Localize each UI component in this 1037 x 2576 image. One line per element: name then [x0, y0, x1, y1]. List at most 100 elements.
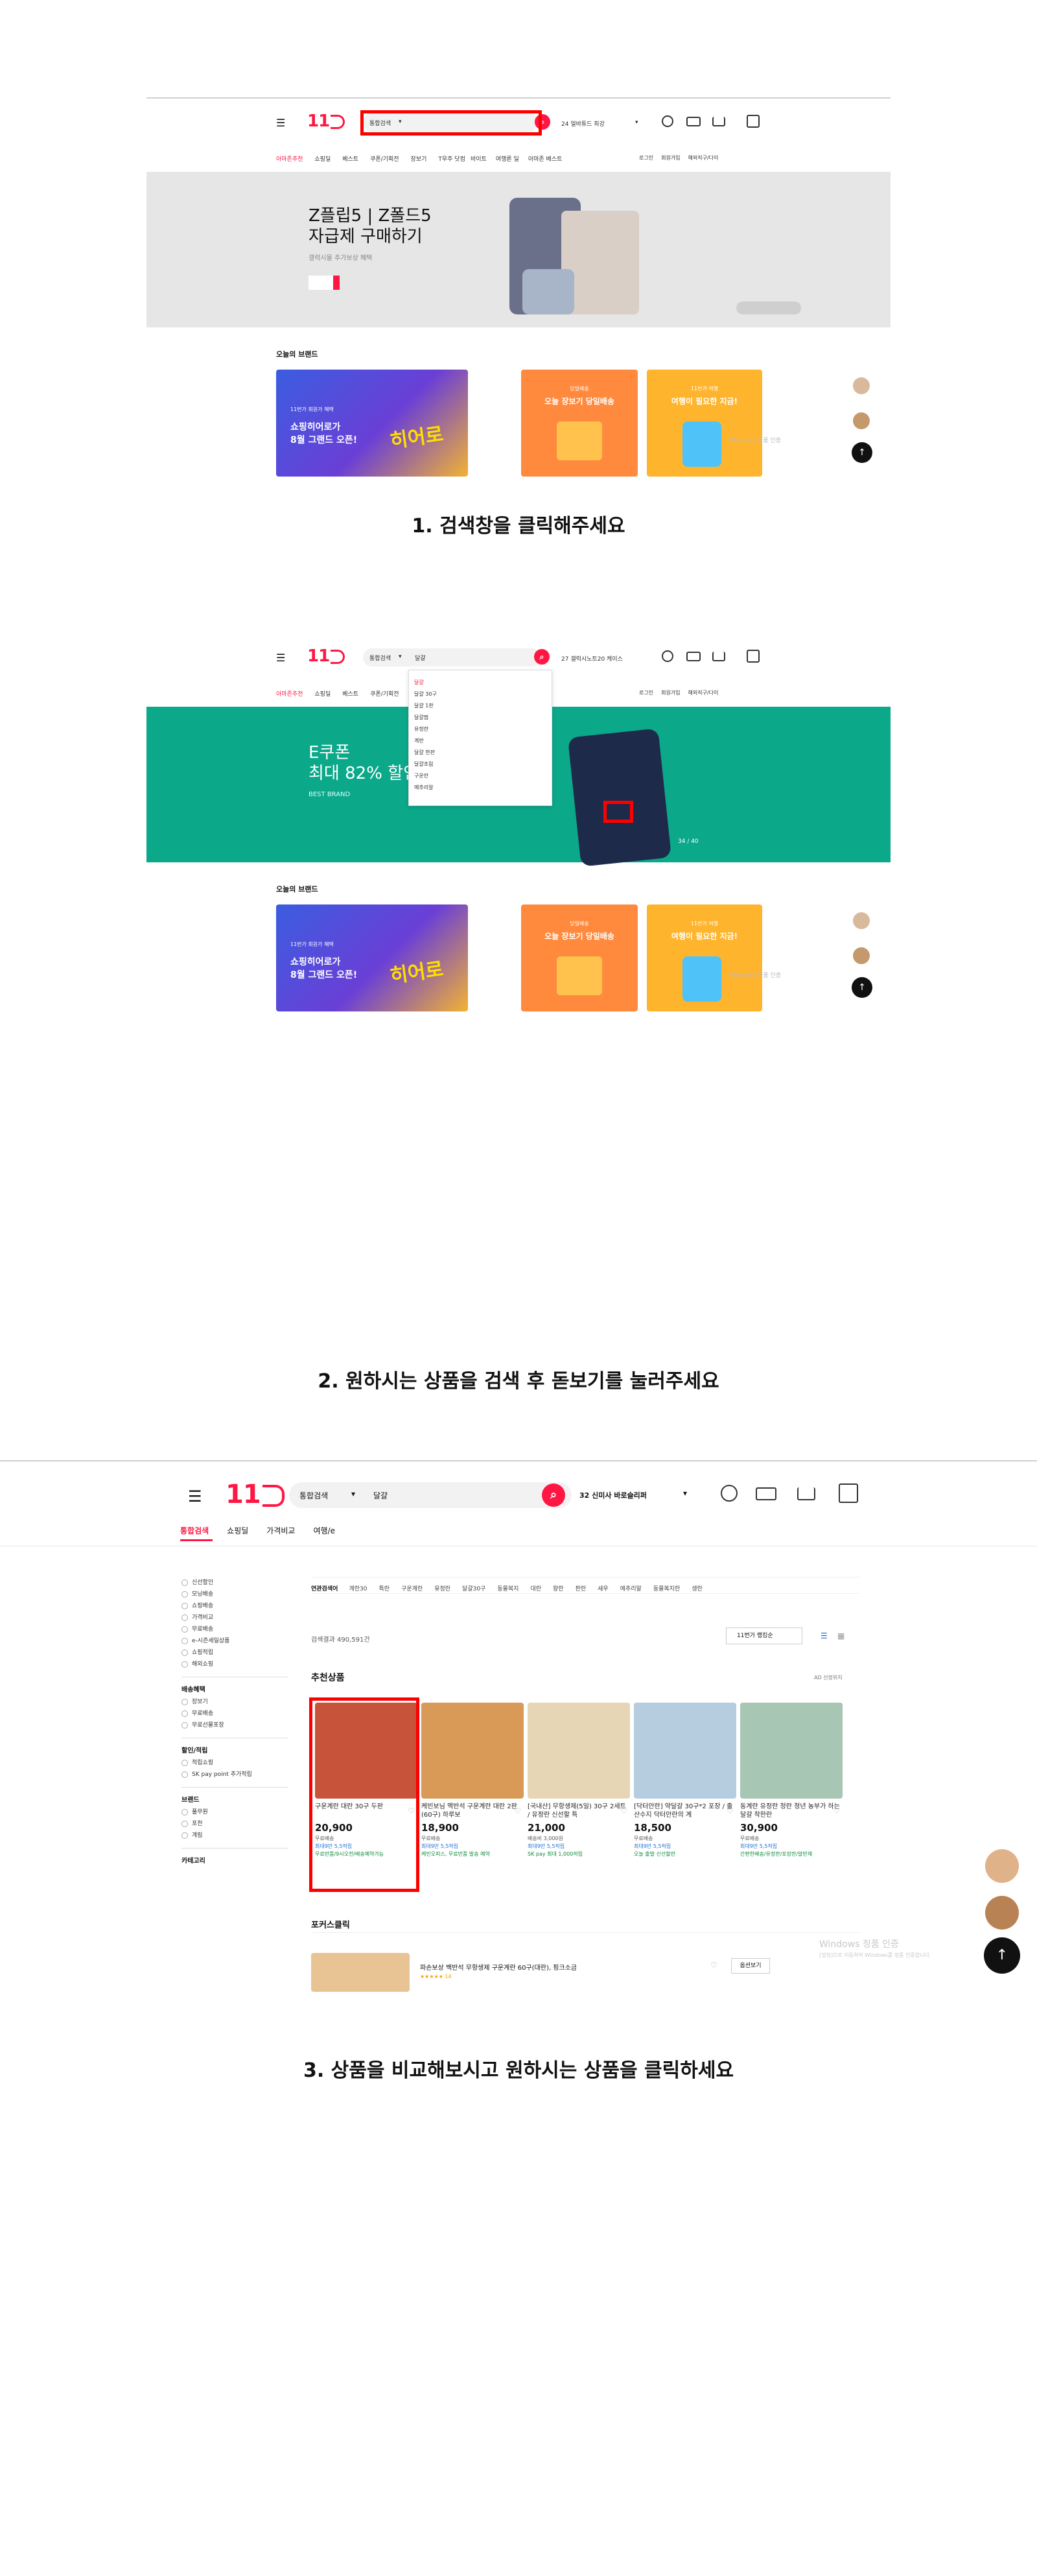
related-keyword[interactable]: 새우 [598, 1584, 609, 1592]
recent-icon[interactable] [747, 115, 760, 128]
focus-product-name[interactable]: 파손보상 백반석 무항생제 구운계란 60구(대란), 핑크소금 [420, 1962, 577, 1972]
filter-option[interactable]: 해외쇼핑 [181, 1659, 288, 1670]
suggestion-item[interactable]: 메추리알 [414, 782, 546, 794]
search-category[interactable]: 통합검색 [299, 1490, 328, 1501]
filter-option[interactable]: 포천 [181, 1818, 288, 1830]
product-image[interactable] [634, 1703, 736, 1799]
login-link[interactable]: 로그인 [639, 689, 653, 696]
brand-card[interactable]: 11번가 회원가 혜택 쇼핑히어로가 8월 그랜드 오픈! 히어로 [276, 904, 468, 1011]
nav-item[interactable]: 아마존 베스트 [528, 154, 563, 163]
logo[interactable]: 11 [226, 1480, 285, 1509]
brand-card[interactable]: 11번가 회원가 혜택 쇼핑히어로가 8월 그랜드 오픈! 히어로 [276, 370, 468, 477]
product-name[interactable]: 케빈보님 맥반석 구운계란 대란 2판(60구) 하루보 [421, 1802, 524, 1819]
related-keyword[interactable]: 동물복지란 [653, 1584, 680, 1592]
checkbox-icon[interactable] [181, 1614, 188, 1621]
logo[interactable]: 11 [307, 646, 345, 666]
product-name[interactable]: 동계란 유정란 청란 청년 농부가 하는 달걀 착한란 [740, 1802, 843, 1819]
filter-group-title[interactable]: 할인/적립 [181, 1745, 288, 1755]
search-icon[interactable]: ⌕ [534, 649, 550, 665]
related-keyword[interactable]: 달걀30구 [462, 1584, 485, 1592]
scroll-top-icon[interactable]: ↑ [852, 977, 872, 998]
recent-icon[interactable] [839, 1483, 858, 1503]
signup-link[interactable]: 회원가입 [661, 689, 680, 696]
filter-group-title[interactable]: 브랜드 [181, 1794, 288, 1804]
recent-product-thumb[interactable] [985, 1896, 1019, 1930]
cart-icon[interactable] [712, 652, 725, 661]
delivery-icon[interactable] [686, 652, 701, 661]
suggestion-item[interactable]: 달걀 [414, 677, 546, 689]
checkbox-icon[interactable] [181, 1771, 188, 1778]
filter-option[interactable]: 신선할인 [181, 1577, 288, 1589]
signup-link[interactable]: 회원가입 [661, 154, 680, 161]
search-input[interactable]: 통합검색 ▾ 달걀 [363, 648, 541, 667]
brand-card[interactable]: 11번가 여행 여행이 필요한 지금! [647, 370, 762, 477]
list-view-icon[interactable]: ☰ [821, 1631, 828, 1640]
filter-option[interactable]: 무료배송 [181, 1624, 288, 1635]
filter-option[interactable]: e-시즌세일상품 [181, 1635, 288, 1647]
user-icon[interactable] [662, 115, 673, 127]
checkbox-icon[interactable] [181, 1759, 188, 1766]
product-name[interactable]: [닥터안란] 약달걀 30구*2 포장 / 출산수지 닥터안란의 계 [634, 1802, 736, 1819]
filter-option[interactable]: SK pay point 추가적립 [181, 1769, 288, 1780]
checkbox-icon[interactable] [181, 1590, 188, 1598]
checkbox-icon[interactable] [181, 1832, 188, 1839]
product-image[interactable] [740, 1703, 843, 1799]
recent-product-thumb[interactable] [853, 377, 870, 394]
recent-product-thumb[interactable] [853, 947, 870, 964]
login-link[interactable]: 로그인 [639, 154, 653, 161]
product-card[interactable]: 동계란 유정란 청란 청년 농부가 하는 달걀 착한란 30,900 무료배송 최대9… [740, 1703, 843, 1858]
filter-option[interactable]: 무료배송 [181, 1708, 288, 1719]
sort-select[interactable]: 11번가 랭킹순 [726, 1627, 802, 1644]
checkbox-icon[interactable] [181, 1820, 188, 1827]
related-keyword[interactable]: 왕란 [553, 1584, 564, 1592]
banner-pager[interactable] [736, 301, 801, 314]
nav-item[interactable]: 아마존추천 [276, 689, 303, 698]
checkbox-icon[interactable] [181, 1710, 188, 1717]
related-keyword[interactable]: 대란 [530, 1584, 541, 1592]
brand-card[interactable]: 당일배송 오늘 장보기 당일배송 [521, 904, 638, 1011]
suggestion-item[interactable]: 달걀 한판 [414, 747, 546, 759]
related-keyword[interactable]: 유정란 [434, 1584, 450, 1592]
suggestion-item[interactable]: 구운란 [414, 770, 546, 782]
product-card[interactable]: [닥터안란] 약달걀 30구*2 포장 / 출산수지 닥터안란의 계 18,500… [634, 1703, 736, 1858]
checkbox-icon[interactable] [181, 1660, 188, 1668]
ad-info[interactable]: AD 선정위치 [814, 1674, 843, 1681]
user-icon[interactable] [721, 1485, 738, 1502]
product-card[interactable]: [국내산] 무항생제(5일) 30구 2세트 / 유정란 신선할 특 21,000… [528, 1703, 630, 1858]
user-icon[interactable] [662, 650, 673, 662]
nav-item[interactable]: 쇼핑딜 [314, 154, 331, 163]
tab-shoppingdeal[interactable]: 쇼핑딜 [227, 1525, 248, 1536]
search-category[interactable]: 통합검색 [369, 654, 391, 662]
nav-item[interactable]: 아마존추천 [276, 154, 303, 163]
filter-option[interactable]: 가격비교 [181, 1612, 288, 1624]
nav-item[interactable]: 바이트 [471, 154, 487, 163]
suggestion-item[interactable]: 달걀조림 [414, 759, 546, 770]
filter-option[interactable]: 쇼핑배송 [181, 1600, 288, 1612]
scroll-top-icon[interactable]: ↑ [852, 442, 872, 463]
nav-item[interactable]: 쿠폰/기획전 [370, 154, 399, 163]
grid-view-icon[interactable]: ▦ [837, 1631, 845, 1640]
product-card[interactable]: 케빈보님 맥반석 구운계란 대란 2판(60구) 하루보 18,900 무료배송 최대… [421, 1703, 524, 1858]
nav-item[interactable]: T우주 닷컴 [438, 154, 465, 163]
heart-icon[interactable]: ♡ [514, 1806, 521, 1815]
global-link[interactable]: 해외직구/다이 [688, 154, 719, 161]
filter-option[interactable]: 적립쇼핑 [181, 1757, 288, 1769]
logo[interactable]: 11 [307, 112, 345, 131]
tab-travel[interactable]: 여행/e [313, 1525, 335, 1536]
filter-option[interactable]: 모닝배송 [181, 1589, 288, 1600]
related-keyword[interactable]: 메추리알 [620, 1584, 642, 1592]
checkbox-icon[interactable] [181, 1602, 188, 1609]
related-keyword[interactable]: 판란 [576, 1584, 587, 1592]
tab-price-compare[interactable]: 가격비교 [266, 1525, 295, 1536]
recent-product-thumb[interactable] [985, 1849, 1019, 1883]
heart-icon[interactable]: ♡ [833, 1806, 840, 1815]
nav-item[interactable]: 쿠폰/기획전 [370, 689, 399, 698]
heart-icon[interactable]: ♡ [727, 1806, 734, 1815]
related-keyword[interactable]: 동물복지 [497, 1584, 518, 1592]
checkbox-icon[interactable] [181, 1698, 188, 1705]
brand-card[interactable]: 11번가 여행 여행이 필요한 지금! [647, 904, 762, 1011]
suggestion-item[interactable]: 달걀 30구 [414, 689, 546, 700]
search-value[interactable]: 달걀 [373, 1490, 388, 1501]
suggestion-item[interactable]: 유정란 [414, 724, 546, 735]
nav-item[interactable]: 베스트 [342, 154, 358, 163]
